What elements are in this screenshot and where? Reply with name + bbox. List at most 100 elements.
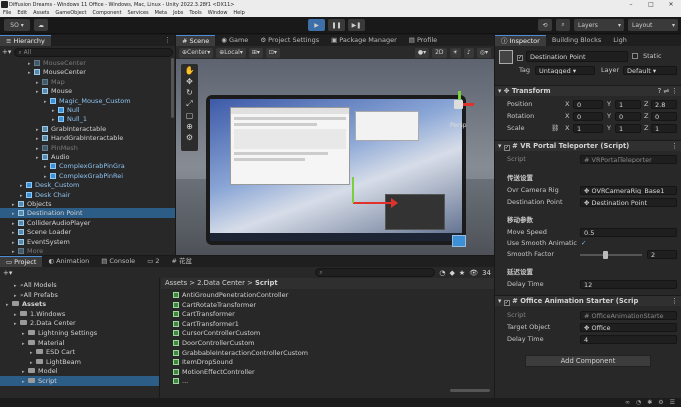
project-search-input[interactable]: ⌕ <box>315 268 436 277</box>
project-folder-item[interactable]: ▸ LightBeam <box>0 357 159 367</box>
component-menu-icon[interactable]: ⋮ <box>671 141 678 152</box>
custom-tool-icon[interactable]: ⚙ <box>186 133 193 142</box>
smooth-animation-checkbox[interactable]: ✓ <box>581 239 586 248</box>
pivot-dropdown[interactable]: ⊕Center▾ <box>179 47 214 58</box>
selected-object-icon[interactable] <box>452 235 466 247</box>
project-folder-item[interactable]: ▸ 2.Data Center <box>0 318 159 328</box>
project-folder-item[interactable]: ▸ 1.Windows <box>0 309 159 319</box>
script-file-item[interactable]: AntiGroundPenetrationController <box>161 290 461 300</box>
smooth-factor-slider[interactable] <box>580 254 642 256</box>
add-component-button[interactable]: Add Component <box>525 355 651 367</box>
tab-game[interactable]: ◉ Game <box>215 35 254 46</box>
minimize-button[interactable]: – <box>621 0 641 9</box>
notification-icon[interactable]: ☰ <box>670 399 675 406</box>
play-button[interactable]: ▶ <box>308 19 325 31</box>
destination-point-field[interactable]: ✥ Destination Point <box>580 198 677 207</box>
transform-header[interactable]: ▾ ✥ Transform ? ⇌ ⋮ <box>495 85 681 96</box>
ovr-camera-rig-field[interactable]: ✥ OVRCameraRig_Base1 <box>580 186 677 195</box>
scale-x-field[interactable]: 1 <box>573 124 603 133</box>
shading-mode-button[interactable]: ●▾ <box>414 47 430 58</box>
gizmos-button[interactable]: ◎▾ <box>476 47 491 58</box>
scene-viewport[interactable]: ✋ ✥ ↻ ⤢ ▢ ⊕ ⚙ Persp <box>176 59 494 255</box>
active-checkbox[interactable]: ✓ <box>517 52 523 61</box>
rotation-z-field[interactable]: 0 <box>651 112 677 121</box>
move-speed-field[interactable]: 0.5 <box>580 228 677 237</box>
layout-dropdown[interactable]: Layout ▾ <box>628 19 678 31</box>
tab-lighting[interactable]: Ligh <box>607 35 633 46</box>
hierarchy-search-input[interactable]: ⌕ All <box>14 47 173 57</box>
maximize-button[interactable]: □ <box>641 0 661 9</box>
tab-scene[interactable]: # Scene <box>176 35 216 46</box>
close-button[interactable]: ✕ <box>661 0 681 9</box>
breadcrumb-data-center[interactable]: 2.Data Center <box>197 279 245 287</box>
audio-toggle-icon[interactable]: ♪ <box>463 47 474 58</box>
hand-tool-icon[interactable]: ✋ <box>185 66 195 75</box>
tag-dropdown[interactable]: Untagged ▾ <box>535 66 595 75</box>
move-tool-icon[interactable]: ✥ <box>186 77 193 86</box>
script-file-item[interactable]: CartTransformer1 <box>161 319 461 329</box>
progress-icon[interactable]: ◔ <box>636 399 641 406</box>
tab-profiler[interactable]: ▤ Profile <box>403 35 443 46</box>
rotation-x-field[interactable]: 0 <box>573 112 603 121</box>
menu-assets[interactable]: Assets <box>33 10 49 16</box>
eye-icon[interactable]: 👁 <box>469 269 478 277</box>
tab-package-manager[interactable]: ▣ Package Manager <box>325 35 403 46</box>
lock-icon[interactable]: ⋮ <box>164 35 175 46</box>
scale-y-field[interactable]: 1 <box>615 124 641 133</box>
tab-hierarchy[interactable]: ≡ Hierarchy <box>0 35 51 46</box>
tab-inspector[interactable]: ⓘ Inspector <box>495 35 546 46</box>
script-file-item[interactable]: CursorControllerCustom <box>161 328 461 338</box>
tab-building-blocks[interactable]: Building Blocks <box>546 35 607 46</box>
script-file-item[interactable]: ItemDropSound <box>161 357 461 367</box>
gizmo-y-axis[interactable] <box>352 177 354 203</box>
step-button[interactable]: ▶❚ <box>348 19 365 31</box>
layer-dropdown[interactable]: Default ▾ <box>623 66 677 75</box>
add-asset-button[interactable]: +▾ <box>3 269 12 277</box>
layers-dropdown[interactable]: Layers ▾ <box>574 19 624 31</box>
tab-flowerpot[interactable]: # 花盆 <box>165 256 197 267</box>
project-folder-item[interactable]: ▸ Model <box>0 366 159 376</box>
tab-project-settings[interactable]: ⚙ Project Settings <box>254 35 325 46</box>
menu-tools[interactable]: Tools <box>189 10 201 16</box>
cloud-icon[interactable]: ☁ <box>34 19 48 31</box>
lighting-toggle-icon[interactable]: ☀ <box>449 47 461 58</box>
script-file-item[interactable]: DoorControllerCustom <box>161 338 461 348</box>
account-button[interactable]: SO ▾ <box>4 19 30 31</box>
project-folder-item[interactable]: ▸ ⌕ All Models <box>0 280 159 290</box>
vr-portal-teleporter-header[interactable]: ▾ ✓ # VR Portal Teleporter (Script) ⋮ <box>495 140 681 151</box>
project-folder-item[interactable]: ▸ ⌕ All Prefabs <box>0 290 159 300</box>
script-file-item[interactable]: GrabbableInteractionControllerCustom <box>161 348 461 358</box>
breadcrumb-script[interactable]: Script <box>255 279 278 287</box>
position-z-field[interactable]: 2.8 <box>651 100 677 109</box>
space-dropdown[interactable]: ⊕Local▾ <box>216 47 246 58</box>
position-x-field[interactable]: 0 <box>573 100 603 109</box>
smooth-factor-field[interactable]: 2 <box>647 250 677 259</box>
delay-time-field[interactable]: 12 <box>580 280 677 289</box>
menu-help[interactable]: Help <box>233 10 244 16</box>
persp-label[interactable]: Persp <box>450 122 467 129</box>
tab-animation[interactable]: ◐ Animation <box>42 256 95 267</box>
collab-icon[interactable]: ∞ <box>625 399 630 406</box>
constrain-proportions-icon[interactable]: ⛓ <box>551 124 559 133</box>
component-menu-icon[interactable]: ⋮ <box>671 296 678 307</box>
pause-button[interactable]: ❚❚ <box>328 19 345 31</box>
menu-meta[interactable]: Meta <box>155 10 167 16</box>
filter-type-icon[interactable]: ◔ <box>439 269 445 277</box>
project-folder-item[interactable]: ▸ Material <box>0 338 159 348</box>
snap-increment-button[interactable]: ⊡▾ <box>265 47 280 58</box>
menu-file[interactable]: File <box>3 10 11 16</box>
tab-2[interactable]: ▭ 2 <box>141 256 165 267</box>
filter-label-icon[interactable]: ◆ <box>450 269 455 277</box>
position-y-field[interactable]: 1 <box>615 100 641 109</box>
project-folder-item[interactable]: ▸ Assets <box>0 299 159 309</box>
favorite-icon[interactable]: ★ <box>459 269 465 277</box>
smooth-factor-handle[interactable] <box>603 251 608 259</box>
transform-tool-icon[interactable]: ⊕ <box>186 122 193 131</box>
icon-size-slider[interactable] <box>450 389 490 392</box>
script-file-item[interactable]: MotionEffectController <box>161 367 461 377</box>
project-folder-item[interactable]: ▸ Lightning Settings <box>0 328 159 338</box>
script-file-item[interactable]: CartRotateTransformer <box>161 300 461 310</box>
2d-toggle[interactable]: 2D <box>432 47 447 58</box>
menu-window[interactable]: Window <box>208 10 228 16</box>
gizmo-x-axis[interactable] <box>353 202 393 204</box>
